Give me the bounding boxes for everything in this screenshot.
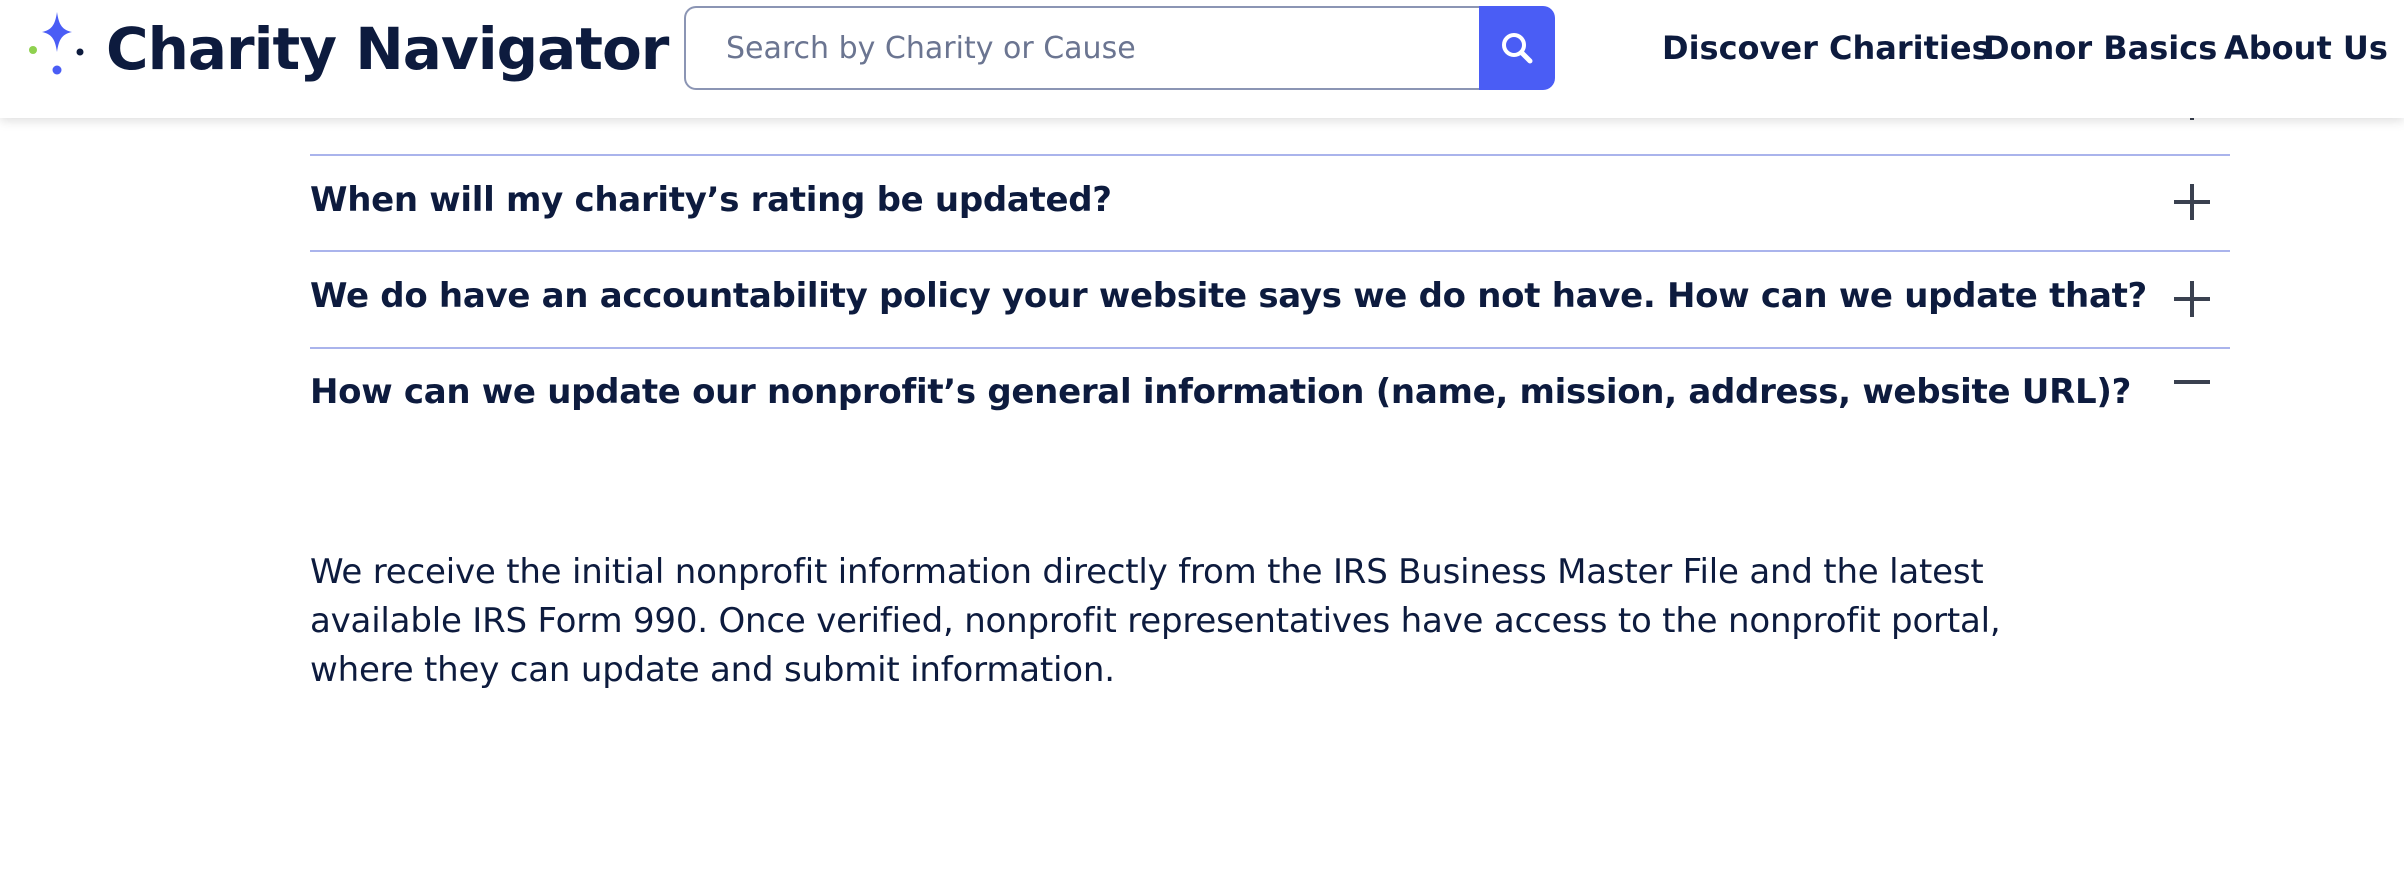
search-icon <box>1502 33 1533 64</box>
nav-discover-charities[interactable]: Discover Charities <box>1662 26 1991 70</box>
site-header: Charity Navigator Discover Charities Don… <box>0 0 2404 118</box>
nav-donor-basics[interactable]: Donor Basics <box>1983 26 2217 70</box>
plus-icon[interactable] <box>2170 277 2214 321</box>
faq-question-general-information[interactable]: How can we update our nonprofit’s genera… <box>310 370 2131 414</box>
search-button[interactable] <box>1479 6 1555 90</box>
faq-answer-general-information: We receive the initial nonprofit informa… <box>310 552 2001 690</box>
search-input[interactable] <box>686 8 1480 88</box>
logo-text[interactable]: Charity Navigator <box>106 14 669 84</box>
plus-icon[interactable] <box>2170 180 2214 224</box>
nav-about-us[interactable]: About Us <box>2224 26 2388 70</box>
minus-icon[interactable] <box>2170 360 2214 404</box>
faq-question-rating-update[interactable]: When will my charity’s rating be updated… <box>310 178 1112 222</box>
faq-divider <box>310 250 2230 252</box>
logo-sparkle-icon[interactable] <box>26 10 88 78</box>
faq-question-accountability-policy[interactable]: We do have an accountability policy your… <box>310 274 2147 318</box>
search-box <box>684 6 1480 90</box>
faq-divider <box>310 347 2230 349</box>
faq-divider <box>310 154 2230 156</box>
